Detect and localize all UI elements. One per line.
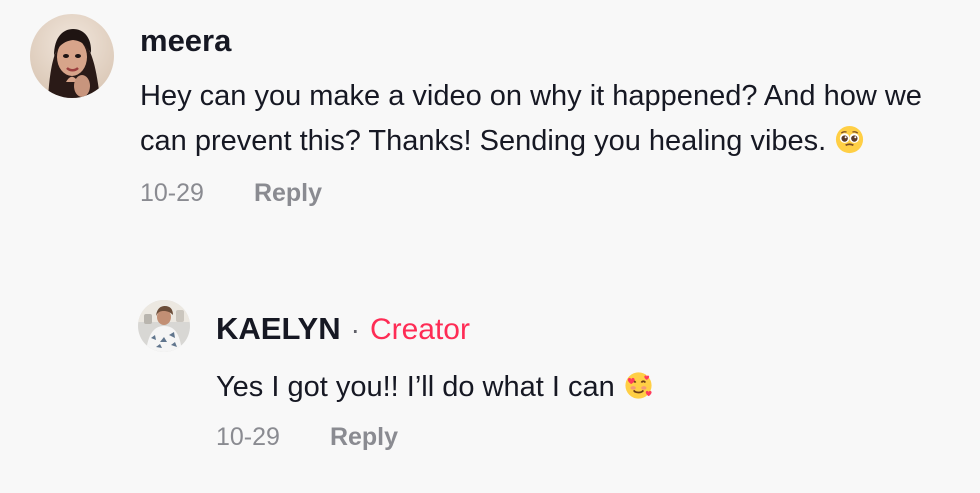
reply-button[interactable]: Reply bbox=[254, 176, 322, 210]
creator-badge: Creator bbox=[369, 313, 470, 346]
comment-item: meera Hey can you make a video on why it… bbox=[30, 14, 970, 284]
comment-meta: 10-29 Reply bbox=[140, 176, 960, 210]
avatar[interactable] bbox=[138, 300, 190, 352]
reply-button[interactable]: Reply bbox=[330, 420, 398, 454]
username[interactable]: KAELYN bbox=[216, 310, 341, 348]
avatar[interactable] bbox=[30, 14, 114, 98]
reply-message: Yes I got you!! I’ll do what I can bbox=[216, 371, 615, 403]
comment-text: Hey can you make a video on why it happe… bbox=[140, 74, 960, 164]
reply-body: KAELYN · Creator Yes I got you!! I’ll do… bbox=[216, 310, 906, 454]
reply-header: KAELYN · Creator bbox=[216, 310, 906, 349]
comment-date: 10-29 bbox=[140, 179, 204, 207]
reply-meta: 10-29 Reply bbox=[216, 420, 906, 454]
avatar-image bbox=[30, 14, 114, 98]
separator-dot: · bbox=[350, 314, 360, 345]
username[interactable]: meera bbox=[140, 22, 960, 60]
reply-date: 10-29 bbox=[216, 423, 280, 451]
reply-item: KAELYN · Creator Yes I got you!! I’ll do… bbox=[138, 300, 938, 480]
pleading-face-icon bbox=[834, 124, 865, 155]
comment-thread: meera Hey can you make a video on why it… bbox=[0, 0, 980, 493]
smiling-face-with-hearts-icon bbox=[623, 370, 654, 401]
reply-text: Yes I got you!! I’ll do what I can bbox=[216, 365, 906, 410]
comment-body: meera Hey can you make a video on why it… bbox=[140, 22, 960, 210]
comment-message: Hey can you make a video on why it happe… bbox=[140, 80, 922, 157]
avatar-image bbox=[138, 300, 190, 352]
